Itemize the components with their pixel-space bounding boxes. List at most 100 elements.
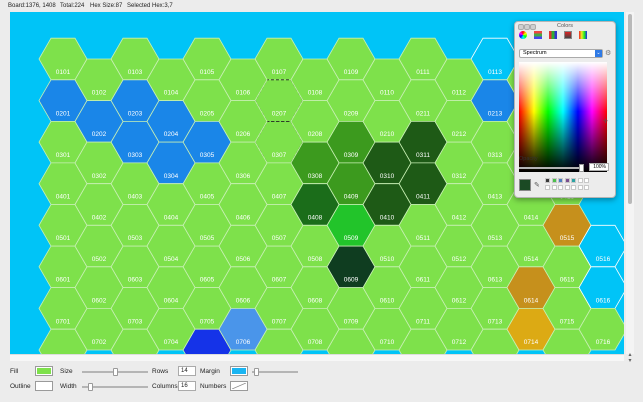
total-text: Total:224 (60, 3, 85, 9)
gear-icon[interactable]: ⚙ (605, 50, 612, 57)
color-swatch[interactable] (558, 184, 563, 190)
settings-bar: Fill Outline Size Width Rows 14 Columns … (0, 362, 643, 402)
swatch-grid[interactable] (545, 178, 609, 192)
hex-label: 0107 (272, 69, 287, 76)
hex-label: 0412 (452, 214, 467, 221)
color-swatch[interactable] (577, 178, 583, 183)
hex-label: 0712 (452, 339, 467, 346)
hex-label: 0205 (200, 110, 215, 117)
hex-label: 0505 (200, 235, 215, 242)
color-swatch[interactable] (564, 178, 570, 183)
numbers-line-icon (231, 382, 247, 390)
palette-select[interactable]: Spectrum ⌄ (519, 49, 603, 58)
hex-label: 0405 (200, 194, 215, 201)
color-swatch[interactable] (584, 184, 589, 190)
fill-label: Fill (10, 368, 19, 375)
eyedropper-icon[interactable]: ✎ (534, 181, 540, 189)
colors-panel[interactable]: Colors Spectrum ⌄ ⚙ ✛ Opacity 100% ✎ (514, 21, 616, 198)
hex-label: 0711 (416, 318, 430, 325)
hex-label: 0512 (452, 256, 467, 263)
hex-label: 0715 (560, 318, 575, 325)
color-sliders-icon[interactable] (534, 31, 542, 39)
hex-label: 0414 (524, 214, 539, 221)
hex-label: 0302 (92, 173, 107, 180)
hex-label: 0603 (128, 277, 143, 284)
color-swatch[interactable] (577, 184, 583, 190)
scroll-thumb[interactable] (628, 14, 632, 204)
hex-label: 0211 (416, 110, 430, 117)
hex-label: 0602 (92, 298, 107, 305)
palette-select-value: Spectrum (523, 50, 547, 56)
crayons-icon[interactable] (579, 31, 587, 39)
hex-label: 0110 (380, 90, 394, 97)
image-palettes-icon[interactable] (564, 31, 572, 39)
hex-label: 0606 (236, 298, 251, 305)
hex-label: 0313 (488, 152, 503, 159)
opacity-slider-knob[interactable] (579, 164, 584, 172)
hex-label: 0112 (452, 90, 466, 97)
hex-label: 0605 (200, 277, 215, 284)
hex-label: 0209 (344, 110, 359, 117)
hex-label: 0509 (344, 235, 359, 242)
color-swatch[interactable] (545, 184, 550, 190)
hex-label: 0702 (92, 339, 107, 346)
crosshair-icon: ✛ (603, 119, 609, 125)
hex-label: 0206 (236, 131, 251, 138)
color-swatch[interactable] (545, 178, 550, 183)
hex-label: 0109 (344, 69, 359, 76)
hex-label: 0305 (200, 152, 215, 159)
hex-label: 0409 (344, 194, 359, 201)
hex-label: 0707 (272, 318, 287, 325)
margin-slider-knob[interactable] (254, 368, 260, 376)
color-swatch[interactable] (558, 178, 563, 183)
opacity-slider[interactable] (519, 164, 584, 172)
hex-label: 0301 (56, 152, 71, 159)
color-swatch[interactable] (551, 178, 557, 183)
hex-label: 0710 (380, 339, 395, 346)
color-swatch[interactable] (571, 184, 576, 190)
hex-label: 0106 (236, 90, 251, 97)
width-slider-knob[interactable] (88, 383, 94, 391)
color-palettes-icon[interactable] (549, 31, 557, 39)
hex-label: 0101 (56, 69, 71, 76)
color-wheel-icon[interactable] (519, 31, 527, 39)
margin-slider[interactable] (252, 368, 298, 376)
margin-color-well[interactable] (230, 366, 248, 376)
numbers-color-well[interactable] (230, 381, 248, 391)
hex-label: 0704 (164, 339, 179, 346)
hex-label: 0502 (92, 256, 107, 263)
outline-label: Outline (10, 383, 31, 390)
rows-field[interactable]: 14 (178, 366, 196, 376)
hex-label: 0504 (164, 256, 179, 263)
hex-label: 0309 (344, 152, 359, 159)
outline-color-well[interactable] (35, 381, 53, 391)
columns-label: Columns (152, 383, 178, 390)
fill-color-well[interactable] (35, 366, 53, 376)
margin-label: Margin (200, 368, 220, 375)
columns-field[interactable]: 16 (178, 381, 196, 391)
hex-label: 0515 (560, 235, 575, 242)
hex-label: 0709 (344, 318, 359, 325)
hex-label: 0601 (56, 277, 71, 284)
hex-label: 0113 (488, 69, 502, 76)
hex-label: 0213 (488, 110, 503, 117)
color-swatch[interactable] (564, 184, 570, 190)
size-slider[interactable] (82, 368, 148, 376)
hex-label: 0511 (416, 235, 430, 242)
hex-label: 0307 (272, 152, 287, 159)
margin-color-swatch (232, 368, 246, 374)
chevron-down-icon[interactable]: ⌄ (595, 50, 602, 57)
size-slider-knob[interactable] (112, 368, 118, 376)
color-swatch[interactable] (584, 178, 589, 183)
width-slider[interactable] (82, 383, 148, 391)
hex-label: 0406 (236, 214, 251, 221)
hex-label: 0507 (272, 235, 287, 242)
horizontal-scrollbar[interactable] (10, 354, 624, 361)
vertical-scrollbar[interactable] (626, 12, 634, 354)
hex-label: 0105 (200, 69, 215, 76)
current-color-swatch[interactable] (519, 179, 531, 191)
color-swatch[interactable] (571, 178, 576, 183)
opacity-field[interactable]: 100% (589, 163, 609, 171)
hex-label: 0616 (596, 298, 611, 305)
color-swatch[interactable] (551, 184, 557, 190)
